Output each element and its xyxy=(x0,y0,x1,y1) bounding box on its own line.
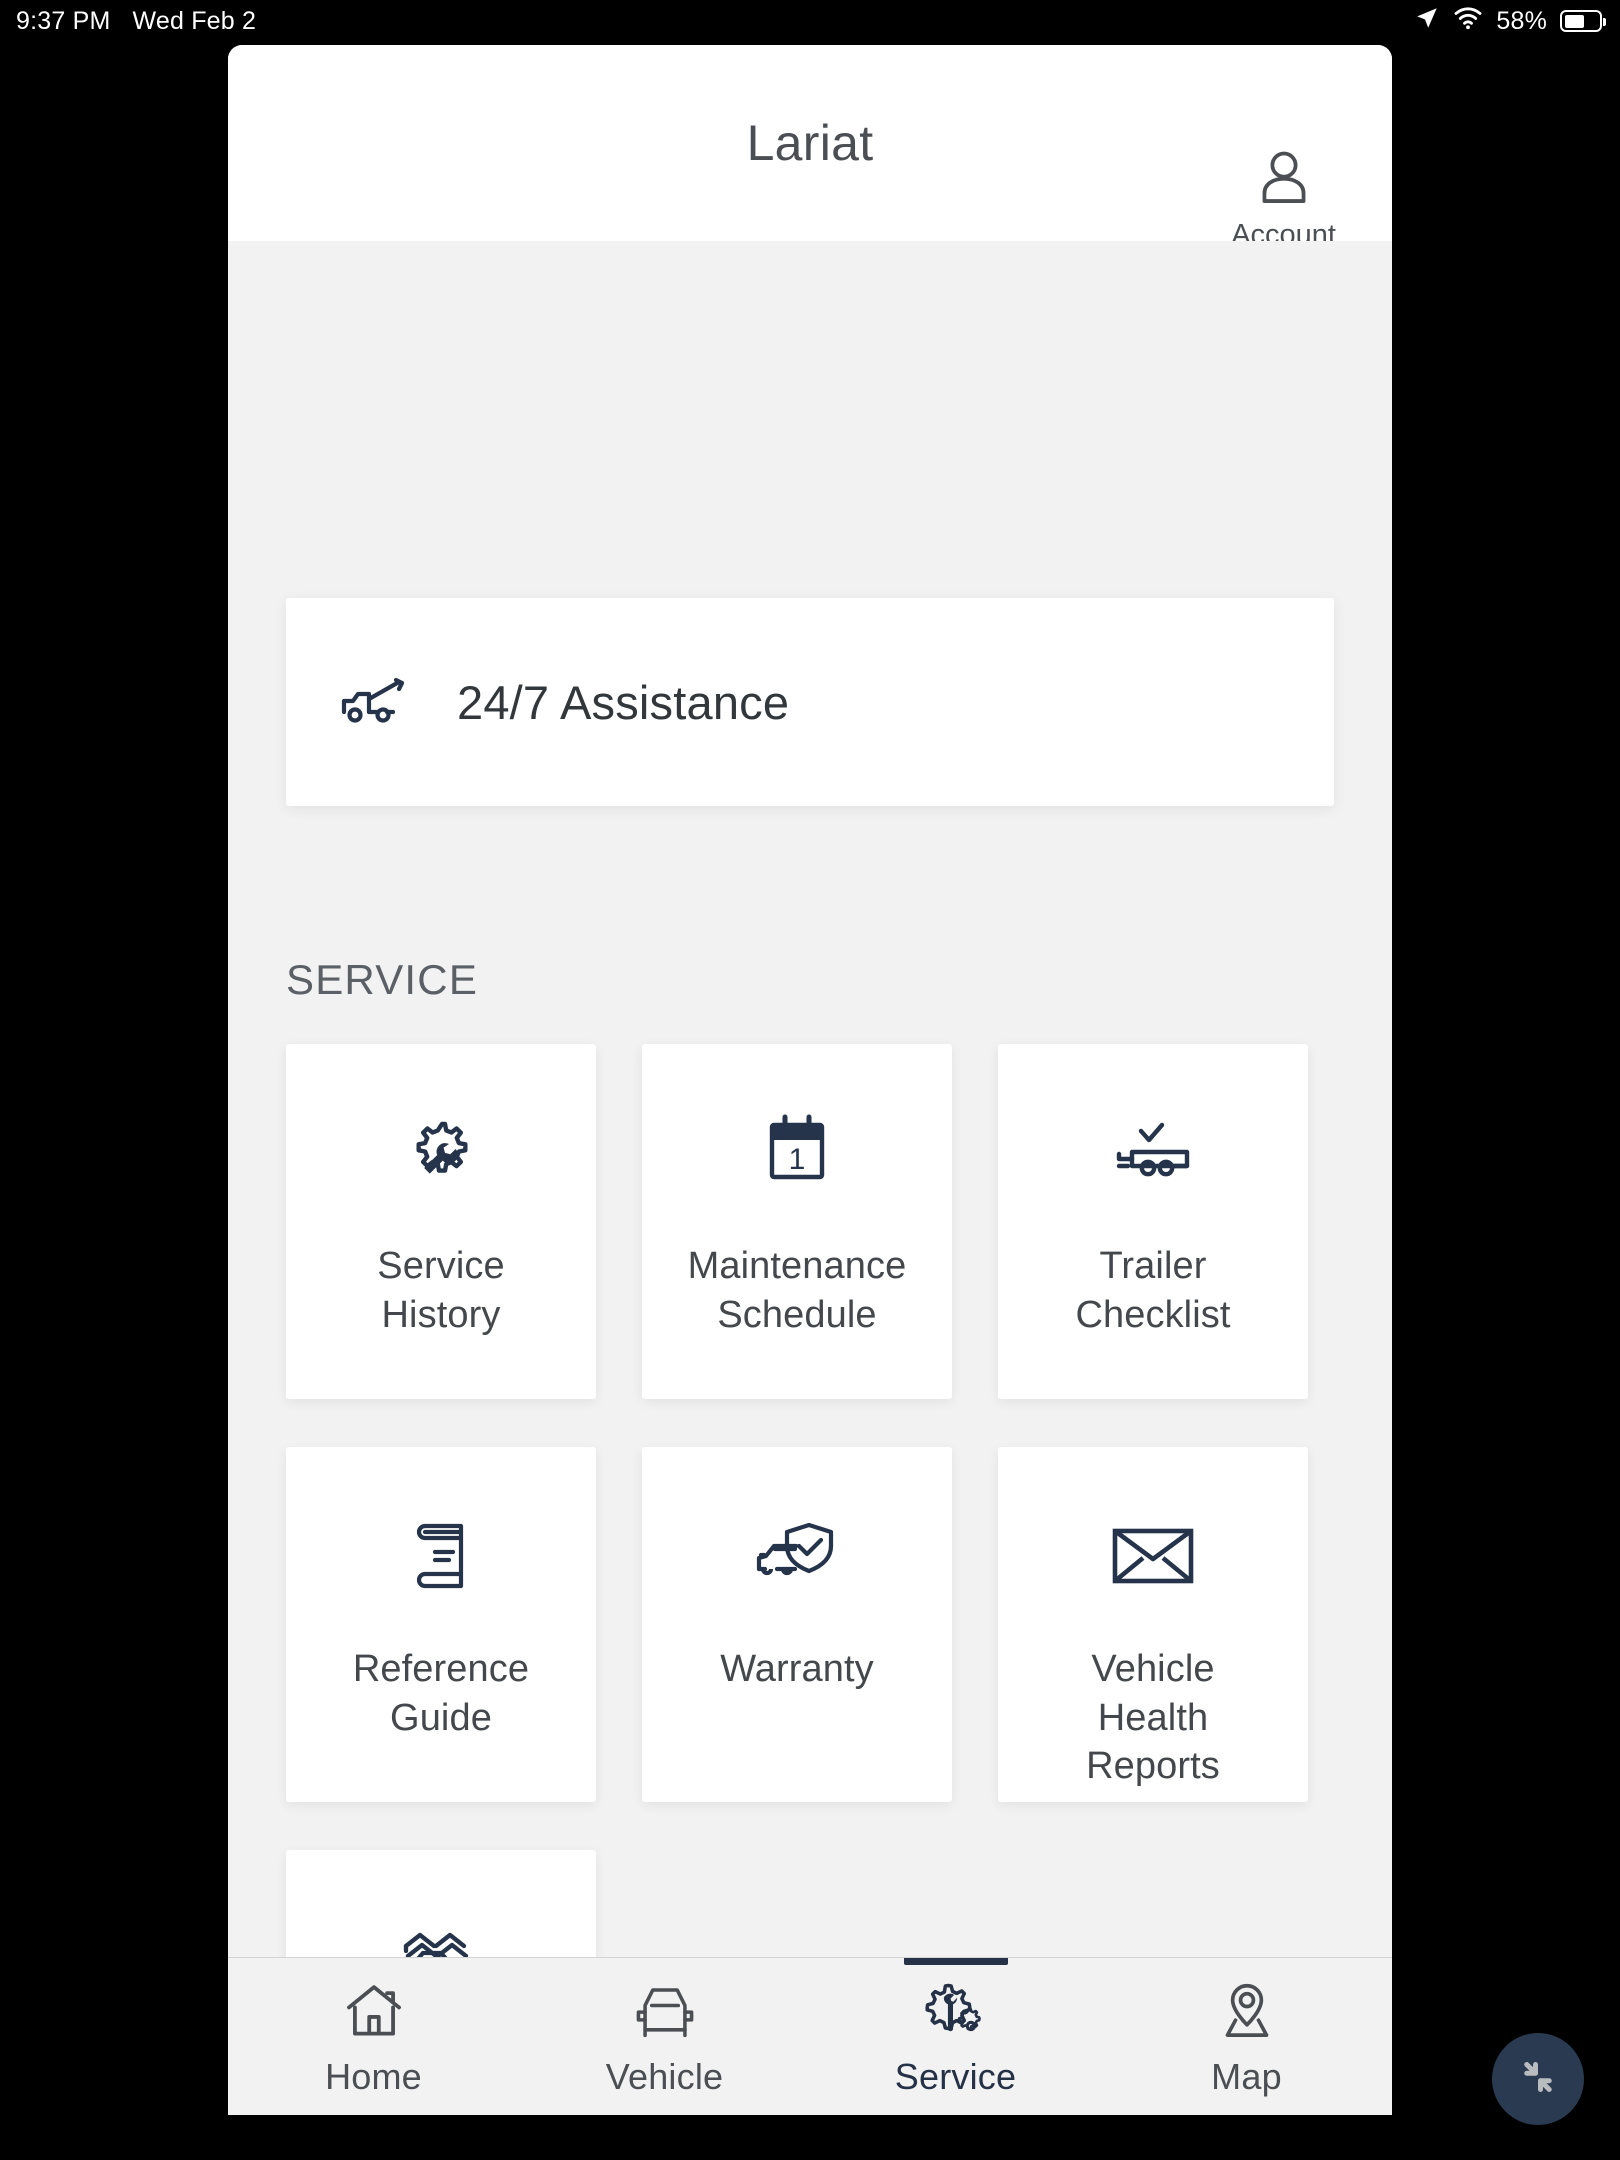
tile-warranty[interactable]: Warranty xyxy=(642,1447,952,1802)
tile-dealer-service[interactable]: Dealer/ Service xyxy=(286,1850,596,1957)
tile-maintenance-schedule[interactable]: 1 Maintenance Schedule xyxy=(642,1044,952,1399)
service-tile-grid: Service History 1 Maintenance Schedule T… xyxy=(286,1044,1334,1957)
map-pin-icon xyxy=(1216,1981,1278,2046)
nav-item-home[interactable]: Home xyxy=(228,1958,519,2115)
car-garage-icon xyxy=(398,1912,484,1957)
tile-reference-guide[interactable]: Reference Guide xyxy=(286,1447,596,1802)
calendar-day: 1 xyxy=(789,1143,806,1176)
account-button[interactable]: Account xyxy=(1231,150,1336,252)
tile-trailer-checklist[interactable]: Trailer Checklist xyxy=(998,1044,1308,1399)
tile-label: Warranty xyxy=(720,1648,874,1690)
nav-label: Home xyxy=(325,2056,422,2097)
nav-item-vehicle[interactable]: Vehicle xyxy=(519,1958,810,2115)
tile-label: Reference Guide xyxy=(352,1648,530,1739)
house-icon xyxy=(343,1981,405,2046)
nav-label: Map xyxy=(1211,2056,1282,2097)
calendar-icon: 1 xyxy=(759,1106,835,1198)
collapse-arrows-icon xyxy=(1513,2052,1563,2107)
status-time: 9:37 PM xyxy=(16,6,111,35)
car-front-icon xyxy=(634,1981,696,2046)
nav-label: Vehicle xyxy=(605,2056,724,2097)
tile-label: Service History xyxy=(377,1245,505,1336)
status-bar-left: 9:37 PM Wed Feb 2 xyxy=(0,7,256,36)
app-header: Lariat Account xyxy=(228,45,1392,251)
bottom-navigation: Home Vehicle Service Map xyxy=(228,1957,1392,2115)
wifi-icon xyxy=(1453,6,1483,37)
nav-item-service[interactable]: Service xyxy=(810,1958,1101,2115)
nav-label: Service xyxy=(894,2056,1017,2097)
battery-percent: 58% xyxy=(1496,6,1547,35)
status-bar: 9:37 PM Wed Feb 2 58% xyxy=(0,0,1620,42)
collapse-fab-button[interactable] xyxy=(1492,2033,1584,2125)
service-tools-icon xyxy=(924,1981,987,2046)
location-arrow-icon xyxy=(1414,5,1440,38)
tow-truck-icon xyxy=(340,674,412,731)
app-window: Lariat Account 24/7 Assistance SERVICE S… xyxy=(228,45,1392,2115)
battery-icon xyxy=(1560,10,1606,32)
person-icon xyxy=(1256,150,1312,213)
tile-label: Trailer Checklist xyxy=(1075,1245,1231,1336)
tile-label: Vehicle Health Reports xyxy=(1086,1648,1220,1788)
page-title: Lariat xyxy=(746,115,874,171)
tile-vehicle-health-reports[interactable]: Vehicle Health Reports xyxy=(998,1447,1308,1802)
book-icon xyxy=(409,1509,473,1601)
envelope-icon xyxy=(1109,1509,1197,1601)
assistance-label: 24/7 Assistance xyxy=(457,675,790,729)
assistance-card[interactable]: 24/7 Assistance xyxy=(286,598,1334,806)
content-scroll-area[interactable]: 24/7 Assistance SERVICE Service History xyxy=(228,241,1392,1957)
car-shield-check-icon xyxy=(751,1509,843,1601)
status-bar-right: 58% xyxy=(1414,5,1620,38)
tile-label: Maintenance Schedule xyxy=(687,1245,907,1336)
status-date: Wed Feb 2 xyxy=(132,6,257,35)
section-header-service: SERVICE xyxy=(286,956,479,1003)
nav-item-map[interactable]: Map xyxy=(1101,1958,1392,2115)
gear-wrench-icon xyxy=(401,1106,481,1198)
nav-active-indicator xyxy=(903,1958,1008,1965)
tile-service-history[interactable]: Service History xyxy=(286,1044,596,1399)
trailer-check-icon xyxy=(1107,1106,1199,1198)
